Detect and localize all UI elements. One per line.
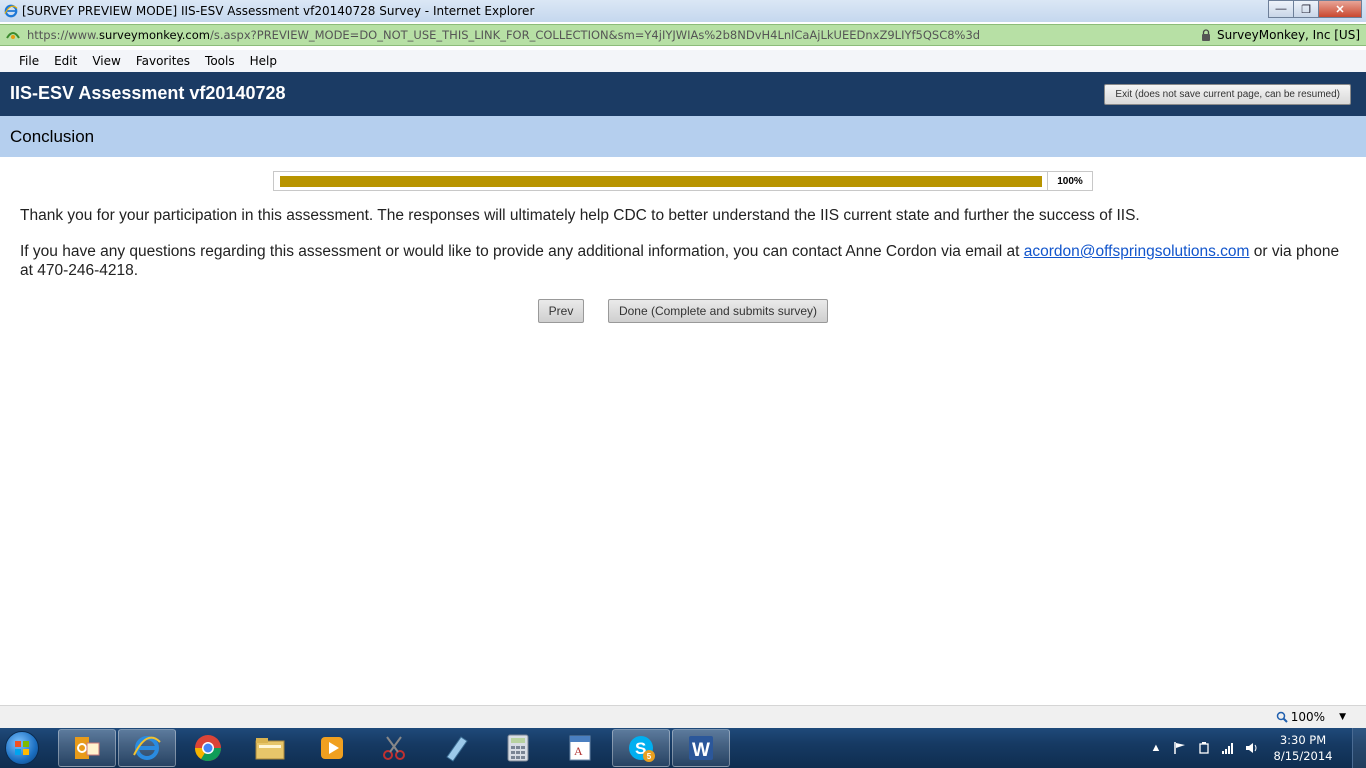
survey-header: IIS-ESV Assessment vf20140728 Exit (does…: [0, 72, 1366, 116]
start-button[interactable]: [0, 728, 44, 768]
taskbar-snipping-tool[interactable]: [364, 729, 424, 767]
chevron-down-icon[interactable]: ▼: [1339, 712, 1346, 722]
zoom-control[interactable]: 100% ▼: [1276, 710, 1346, 724]
page-heading-band: Conclusion: [0, 116, 1366, 157]
taskbar-file-explorer[interactable]: [240, 729, 300, 767]
taskbar-skype[interactable]: S 5: [612, 729, 670, 767]
taskbar-wordpad[interactable]: A: [550, 729, 610, 767]
clock-time: 3:30 PM: [1279, 733, 1327, 747]
taskbar-media-player[interactable]: [302, 729, 362, 767]
taskbar-internet-explorer[interactable]: [118, 729, 176, 767]
notepad-icon: [446, 736, 468, 762]
address-bar[interactable]: https://www.surveymonkey.com/s.aspx?PREV…: [0, 24, 1366, 46]
menu-help[interactable]: Help: [250, 54, 277, 68]
thank-you-paragraph: Thank you for your participation in this…: [20, 207, 1140, 224]
survey-title: IIS-ESV Assessment vf20140728: [10, 83, 286, 103]
svg-text:A: A: [574, 744, 583, 758]
taskbar-calculator[interactable]: [488, 729, 548, 767]
taskbar-word[interactable]: W: [672, 729, 730, 767]
calculator-icon: [507, 734, 529, 762]
clock[interactable]: 3:30 PM 8/15/2014: [1268, 732, 1338, 764]
zoom-level: 100%: [1290, 710, 1326, 724]
minimize-button[interactable]: —: [1268, 0, 1294, 18]
security-report[interactable]: SurveyMonkey, Inc [US]: [1201, 28, 1360, 42]
taskbar-chrome[interactable]: [178, 729, 238, 767]
progress-bar: 100%: [273, 171, 1093, 191]
contact-paragraph: If you have any questions regarding this…: [20, 242, 1350, 280]
window-title: [SURVEY PREVIEW MODE] IIS-ESV Assessment…: [22, 4, 535, 18]
progress-label: 100%: [1047, 172, 1092, 190]
taskbar-notepad[interactable]: [426, 729, 486, 767]
show-hidden-icons-icon[interactable]: ▲: [1148, 740, 1164, 756]
menu-view[interactable]: View: [92, 54, 120, 68]
chrome-icon: [194, 735, 222, 762]
taskbar: A S 5 W ▲ 3:30 PM 8/15/2014: [0, 728, 1366, 768]
internet-explorer-icon: [133, 736, 161, 760]
menu-tools[interactable]: Tools: [205, 54, 235, 68]
outlook-icon: [75, 737, 100, 759]
window-title-bar[interactable]: [SURVEY PREVIEW MODE] IIS-ESV Assessment…: [0, 0, 1366, 22]
menu-file[interactable]: File: [19, 54, 39, 68]
media-player-icon: [321, 737, 343, 759]
internet-explorer-icon: [4, 4, 18, 18]
zoom-icon: [1276, 711, 1288, 723]
security-label: SurveyMonkey, Inc [US]: [1217, 28, 1360, 42]
close-button[interactable]: ✕: [1318, 0, 1362, 18]
network-signal-icon[interactable]: [1220, 740, 1236, 756]
power-icon[interactable]: [1196, 740, 1212, 756]
maximize-button[interactable]: ❐: [1293, 0, 1319, 18]
email-link[interactable]: acordon@offspringsolutions.com: [1024, 243, 1250, 260]
menu-favorites[interactable]: Favorites: [136, 54, 190, 68]
taskbar-outlook[interactable]: [58, 729, 116, 767]
clock-date: 8/15/2014: [1273, 749, 1333, 763]
action-center-flag-icon[interactable]: [1172, 740, 1188, 756]
prev-button[interactable]: Prev: [538, 299, 584, 323]
windows-logo-icon: [5, 731, 39, 765]
url-text[interactable]: https://www.surveymonkey.com/s.aspx?PREV…: [27, 28, 980, 42]
scissors-icon: [383, 736, 405, 760]
show-desktop-button[interactable]: [1352, 728, 1366, 768]
progress-track: [280, 176, 1042, 187]
lock-icon: [1202, 29, 1210, 41]
wordpad-icon: A: [569, 735, 591, 761]
svg-text:W: W: [692, 740, 710, 761]
page-icon: [6, 32, 20, 39]
volume-icon[interactable]: [1244, 740, 1260, 756]
exit-button[interactable]: Exit (does not save current page, can be…: [1104, 84, 1351, 105]
progress-fill: [280, 176, 1042, 187]
done-button[interactable]: Done (Complete and submits survey): [608, 299, 828, 323]
page-title: Conclusion: [10, 127, 95, 146]
menu-bar: File Edit View Favorites Tools Help: [0, 50, 1366, 72]
system-tray: ▲ 3:30 PM 8/15/2014: [1148, 728, 1366, 768]
status-bar: 100% ▼: [0, 705, 1366, 728]
menu-edit[interactable]: Edit: [54, 54, 77, 68]
contact-text-before: If you have any questions regarding this…: [20, 243, 1024, 260]
skype-notification-badge: 5: [643, 750, 655, 762]
folder-icon: [255, 738, 285, 760]
word-icon: W: [689, 736, 713, 761]
